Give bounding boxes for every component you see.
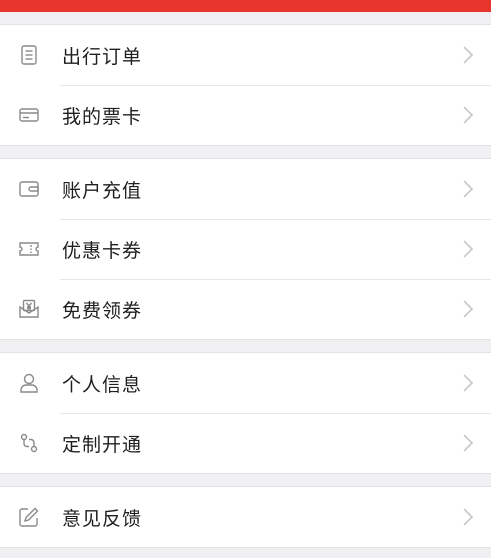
coupon-icon	[18, 238, 40, 260]
person-icon	[18, 372, 40, 394]
chevron-right-icon	[461, 299, 475, 319]
menu-item-label: 账户充值	[62, 179, 143, 202]
menu-item-account-recharge[interactable]: 账户充值	[0, 159, 491, 219]
menu-item-label: 免费领券	[62, 299, 143, 322]
menu-group-orders: 出行订单 我的票卡	[0, 24, 491, 146]
chevron-right-icon	[461, 507, 475, 527]
menu-group-account: 账户充值 优惠卡券 免费领券	[0, 158, 491, 340]
menu-group-feedback: 意见反馈	[0, 486, 491, 548]
route-icon	[18, 432, 40, 454]
menu-group-profile: 个人信息 定制开通	[0, 352, 491, 474]
chevron-right-icon	[461, 373, 475, 393]
chevron-right-icon	[461, 433, 475, 453]
menu-item-travel-orders[interactable]: 出行订单	[0, 25, 491, 85]
menu-item-label: 优惠卡券	[62, 239, 143, 262]
edit-icon	[18, 506, 40, 528]
menu-item-label: 定制开通	[62, 433, 143, 456]
menu-item-custom-activation[interactable]: 定制开通	[0, 413, 491, 473]
menu-item-my-cards[interactable]: 我的票卡	[0, 85, 491, 145]
envelope-yuan-icon	[18, 298, 40, 320]
menu-item-free-coupons[interactable]: 免费领券	[0, 279, 491, 339]
menu-item-personal-info[interactable]: 个人信息	[0, 353, 491, 413]
document-list-icon	[18, 44, 40, 66]
menu-item-coupons[interactable]: 优惠卡券	[0, 219, 491, 279]
chevron-right-icon	[461, 179, 475, 199]
chevron-right-icon	[461, 45, 475, 65]
header-bar	[0, 0, 491, 12]
menu-item-label: 个人信息	[62, 373, 143, 396]
card-icon	[18, 104, 40, 126]
menu-page: 出行订单 我的票卡 账户充值 优惠卡券 免费领券 个人信息 定制开通 意见反馈	[0, 0, 491, 558]
menu-item-feedback[interactable]: 意见反馈	[0, 487, 491, 547]
chevron-right-icon	[461, 105, 475, 125]
chevron-right-icon	[461, 239, 475, 259]
menu-item-label: 我的票卡	[62, 105, 143, 128]
menu-item-label: 意见反馈	[62, 507, 143, 530]
wallet-icon	[18, 178, 40, 200]
menu-item-label: 出行订单	[62, 45, 143, 68]
